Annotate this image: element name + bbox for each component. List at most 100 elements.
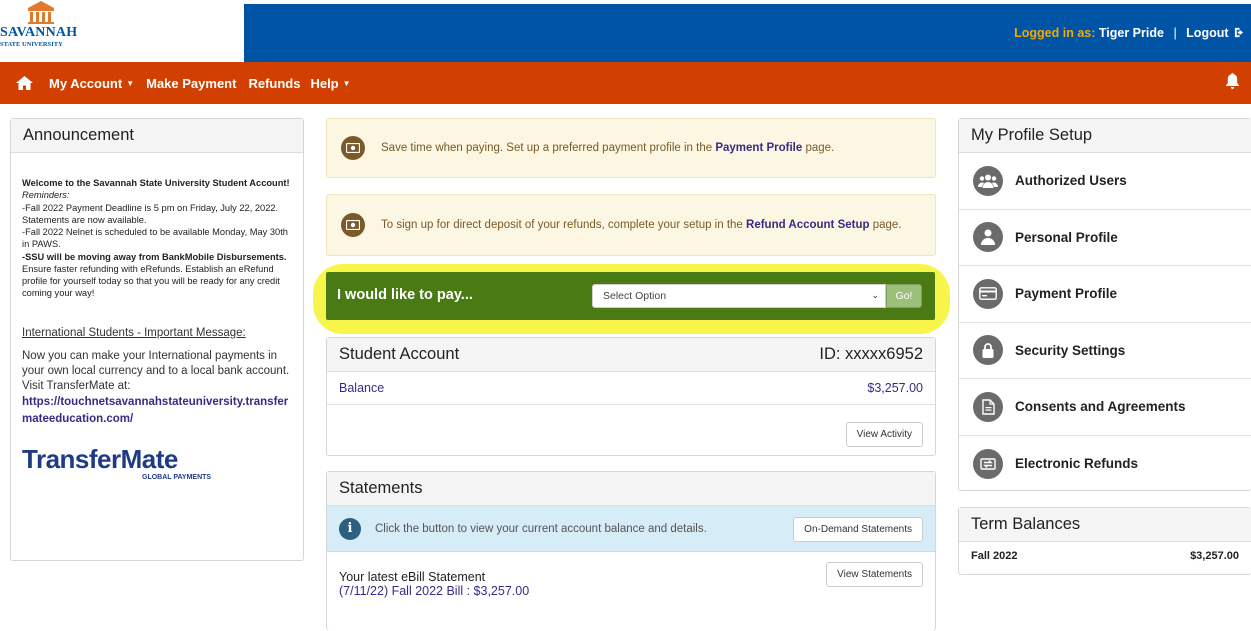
announcement-panel: Announcement Welcome to the Savannah Sta… (10, 118, 304, 561)
pay-bar: I would like to pay... Select Option ⌄ G… (326, 272, 935, 320)
statements-panel: Statements i Click the button to view yo… (326, 471, 936, 631)
transfermate-logo-text: TransferMate (22, 443, 178, 474)
payment-profile-alert-text: Save time when paying. Set up a preferre… (381, 142, 834, 154)
intl-students-text: Now you can make your International paym… (22, 349, 292, 395)
info-icon: i (339, 517, 361, 540)
notification-bell-icon[interactable] (1226, 73, 1239, 94)
announcement-line2: -Fall 2022 Nelnet is scheduled to be ava… (22, 227, 288, 250)
money-icon (341, 213, 365, 237)
nav-help-label: Help (310, 75, 339, 91)
intl-text-body: Now you can make your International paym… (22, 349, 290, 377)
payment-profile-link[interactable]: Payment Profile (715, 142, 802, 154)
transfermate-link[interactable]: https://touchnetsavannahstateuniversity.… (22, 394, 292, 427)
profile-setup-panel: My Profile Setup Authorized Users Person… (958, 118, 1251, 491)
person-icon (973, 222, 1003, 253)
profile-item-authorized-users[interactable]: Authorized Users (959, 153, 1251, 210)
view-statements-button[interactable]: View Statements (826, 562, 923, 587)
balance-link[interactable]: Balance (339, 381, 384, 395)
profile-item-label: Personal Profile (1015, 229, 1118, 245)
alert-text-pre: Save time when paying. Set up a preferre… (381, 142, 716, 154)
nav-help[interactable]: Help ▼ (310, 76, 350, 91)
document-icon (973, 391, 1003, 422)
announcement-ssu-text: Ensure faster refunding with eRefunds. E… (22, 263, 280, 299)
profile-item-label: Security Settings (1015, 342, 1126, 358)
payment-option-select[interactable]: Select Option ⌄ (592, 284, 886, 308)
user-name: Tiger Pride (1098, 26, 1164, 40)
nav-my-account-label: My Account (49, 75, 123, 91)
alert-text-post: page. (802, 142, 835, 154)
alert-text-post: page. (869, 218, 902, 231)
home-icon (16, 76, 33, 90)
money-icon (341, 136, 365, 160)
student-account-header: Student Account ID: xxxxx6952 (327, 338, 935, 372)
announcement-title: Announcement (11, 119, 303, 153)
statements-info-text: Click the button to view your current ac… (375, 522, 707, 535)
payment-profile-alert: Save time when paying. Set up a preferre… (326, 118, 936, 178)
balance-value: $3,257.00 (867, 381, 923, 395)
refund-setup-alert-text: To sign up for direct deposit of your re… (381, 217, 902, 233)
profile-item-personal-profile[interactable]: Personal Profile (959, 210, 1251, 266)
transfermate-logo: TransferMate GLOBAL PAYMENTS (22, 446, 292, 482)
profile-item-electronic-refunds[interactable]: Electronic Refunds (959, 436, 1251, 493)
profile-item-label: Payment Profile (1015, 286, 1118, 302)
nav-make-payment[interactable]: Make Payment (146, 76, 236, 91)
refund-setup-alert: To sign up for direct deposit of your re… (326, 194, 936, 256)
logout-label: Logout (1186, 26, 1229, 40)
term-amount: $3,257.00 (1190, 550, 1239, 562)
announcement-body: Welcome to the Savannah State University… (11, 153, 303, 492)
header-bar: Logged in as: Tiger Pride | Logout (244, 4, 1251, 62)
announcement-line1: -Fall 2022 Payment Deadline is 5 pm on F… (22, 202, 279, 225)
chevron-down-icon: ▼ (342, 78, 351, 88)
university-logo[interactable]: SAVANNAH STATE UNIVERSITY (0, 0, 244, 62)
chevron-down-icon: ▼ (126, 78, 135, 88)
student-id: ID: xxxxx6952 (819, 345, 923, 363)
profile-item-payment-profile[interactable]: Payment Profile (959, 266, 1251, 323)
alert-text-pre: To sign up for direct deposit of your re… (381, 218, 747, 231)
nav-refunds[interactable]: Refunds (248, 76, 300, 91)
profile-item-security-settings[interactable]: Security Settings (959, 323, 1251, 379)
logged-in-label: Logged in as: (1014, 26, 1096, 40)
transfermate-logo-sub: GLOBAL PAYMENTS (142, 473, 212, 481)
term-balance-row: Fall 2022 $3,257.00 (959, 542, 1251, 570)
statements-info-bar: i Click the button to view your current … (327, 506, 935, 552)
refund-exchange-icon (973, 448, 1003, 479)
pay-label: I would like to pay... (337, 287, 473, 303)
nav-my-account[interactable]: My Account ▼ (49, 76, 134, 91)
profile-item-label: Consents and Agreements (1015, 399, 1186, 415)
announcement-ssu-bold: -SSU will be moving away from BankMobile… (22, 251, 287, 262)
profile-setup-title: My Profile Setup (959, 119, 1251, 153)
credit-card-icon (973, 278, 1003, 309)
logout-icon (1234, 27, 1244, 38)
balance-row: Balance $3,257.00 (327, 372, 935, 405)
login-info: Logged in as: Tiger Pride | Logout (1014, 26, 1245, 40)
student-account-title: Student Account (339, 345, 460, 363)
go-button[interactable]: Go! (886, 284, 922, 308)
top-header: SAVANNAH STATE UNIVERSITY Logged in as: … (0, 0, 1251, 62)
chevron-down-icon: ⌄ (871, 290, 879, 300)
student-account-panel: Student Account ID: xxxxx6952 Balance $3… (326, 337, 936, 456)
logo-text-main: SAVANNAH (0, 25, 78, 40)
term-balances-title: Term Balances (959, 508, 1251, 542)
view-activity-button[interactable]: View Activity (845, 422, 923, 447)
profile-item-consents-agreements[interactable]: Consents and Agreements (959, 379, 1251, 436)
refund-account-setup-link[interactable]: Refund Account Setup (746, 219, 870, 231)
users-icon (973, 165, 1003, 196)
main-nav: My Account ▼ Make Payment Refunds Help ▼ (0, 62, 1251, 104)
profile-item-label: Electronic Refunds (1015, 456, 1139, 472)
statements-title: Statements (327, 472, 935, 506)
home-link[interactable] (16, 76, 33, 90)
term-balances-panel: Term Balances Fall 2022 $3,257.00 (958, 507, 1251, 575)
latest-ebill: Your latest eBill Statement (7/11/22) Fa… (327, 552, 935, 598)
announcement-welcome: Welcome to the Savannah State University… (22, 178, 290, 188)
profile-item-label: Authorized Users (1015, 173, 1127, 189)
logo-text-sub: STATE UNIVERSITY (0, 41, 63, 48)
logout-link[interactable]: Logout (1186, 26, 1245, 40)
on-demand-statements-button[interactable]: On-Demand Statements (793, 517, 923, 542)
select-value: Select Option (603, 290, 667, 302)
term-name: Fall 2022 (971, 550, 1018, 562)
announcement-reminders: Reminders: (22, 190, 70, 201)
lock-icon (973, 335, 1003, 366)
header-separator: | (1173, 26, 1177, 40)
intl-students-heading: International Students - Important Messa… (22, 326, 246, 339)
intl-visit-label: Visit TransferMate at: (22, 380, 131, 393)
